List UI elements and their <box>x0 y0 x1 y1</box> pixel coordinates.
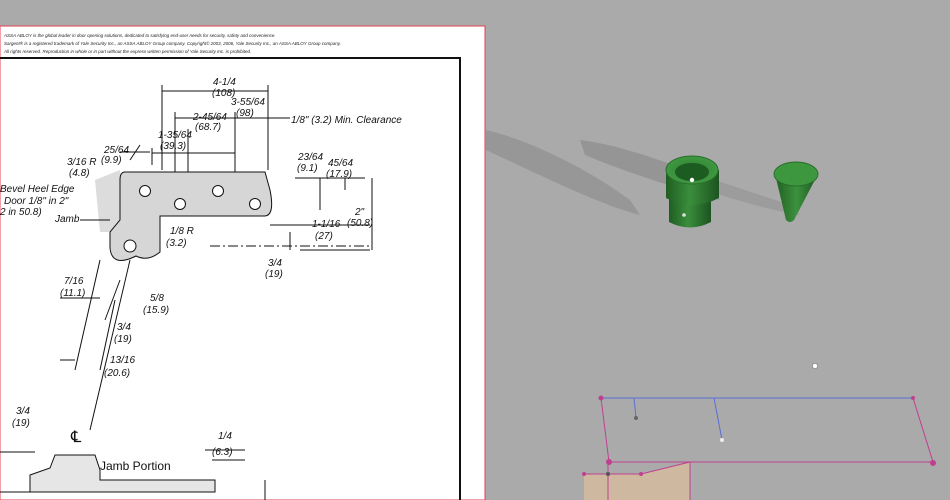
dim-label: (9.9) <box>101 155 122 166</box>
sketch-geometry[interactable] <box>582 395 936 500</box>
dim-label: 3/4 <box>268 258 282 269</box>
clearance-label: 1/8" (3.2) Min. Clearance <box>291 115 402 126</box>
dim-label: (27) <box>315 231 333 242</box>
bevel-label: Bevel Heel Edge <box>0 184 75 195</box>
dim-label: 1/4 <box>218 431 232 442</box>
origin-point[interactable] <box>812 363 818 369</box>
dim-label: 3/4 <box>117 322 131 333</box>
dim-label: (68.7) <box>195 122 221 133</box>
canvas-drawing-sheet[interactable]: ASSA ABLOY is the global leader in door … <box>0 25 486 500</box>
dim-label: (9.1) <box>297 163 318 174</box>
header-line-1: ASSA ABLOY is the global leader in door … <box>3 33 276 38</box>
dim-label: 13/16 <box>110 355 135 366</box>
jamb-label: Jamb <box>54 214 80 225</box>
dim-label: (19) <box>265 269 283 280</box>
dim-label: (20.6) <box>104 368 130 379</box>
dim-label: (15.9) <box>143 305 169 316</box>
dim-label: 1-1/16 <box>312 219 341 230</box>
dim-label: (39.3) <box>160 141 186 152</box>
dim-label: 3/4 <box>16 406 30 417</box>
dim-label: (19) <box>12 418 30 429</box>
header-line-2: Sargent® is a registered trademark of Ya… <box>4 40 341 46</box>
dim-label: (3.2) <box>166 238 187 249</box>
dim-label: 4-1/4 <box>213 77 236 88</box>
header-line-3: All rights reserved. Reproduction in who… <box>3 49 251 54</box>
dim-label: (98) <box>236 108 254 119</box>
jamb-portion-label: Jamb Portion <box>100 459 171 473</box>
bushing-part[interactable] <box>665 155 719 228</box>
3d-viewport[interactable]: ASSA ABLOY is the global leader in door … <box>0 0 950 500</box>
dim-label: 23/64 <box>297 152 323 163</box>
bevel-label: Door 1/8" in 2" <box>4 196 69 207</box>
shadows <box>486 130 800 215</box>
centerline-symbol: ℄ <box>70 429 82 446</box>
cone-part[interactable] <box>773 161 819 222</box>
dim-label: 5/8 <box>150 293 164 304</box>
dim-label: 1-35/64 <box>158 130 192 141</box>
dim-label: (4.8) <box>69 168 90 179</box>
dim-label: 2" <box>354 207 365 218</box>
dim-label: 7/16 <box>64 276 84 287</box>
dim-label: (19) <box>114 334 132 345</box>
dim-label: 1/8 R <box>170 226 194 237</box>
viewport-canvas[interactable]: ASSA ABLOY is the global leader in door … <box>0 0 950 500</box>
dim-label: 3-55/64 <box>231 97 265 108</box>
dim-label: (6.3) <box>212 447 233 458</box>
dim-label: 3/16 R <box>67 157 96 168</box>
dim-label: (17.9) <box>326 169 352 180</box>
bushing-point[interactable] <box>689 177 695 183</box>
dim-label: (11.1) <box>60 288 85 299</box>
dim-label: (50.8) <box>347 218 373 229</box>
bevel-label: 2 in 50.8) <box>0 207 42 218</box>
dim-label: 45/64 <box>328 158 353 169</box>
